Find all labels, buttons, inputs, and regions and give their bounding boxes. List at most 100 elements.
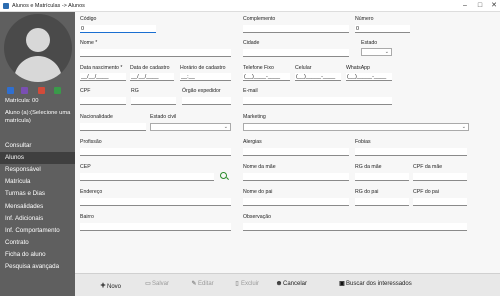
avatar-body (14, 56, 62, 82)
sidebar-item-pesquisa-avancada[interactable]: Pesquisa avançada (0, 261, 75, 273)
data-cadastro-field[interactable] (130, 73, 174, 81)
cpf-pai-field[interactable] (413, 198, 467, 206)
numero-field[interactable] (355, 25, 410, 33)
nacionalidade-label: Nacionalidade (80, 114, 113, 120)
cep-field[interactable] (80, 173, 214, 181)
sidebar-item-inf-adicionais[interactable]: Inf. Adicionais (0, 213, 75, 225)
whatsapp-field[interactable] (346, 73, 392, 81)
estado-civil-select[interactable]: ⌄ (150, 123, 231, 131)
sidebar-item-matricula[interactable]: Matrícula (0, 176, 75, 188)
cancel-icon: ⊗ (276, 281, 282, 287)
nome-label: Nome * (80, 40, 98, 46)
observacao-field[interactable] (243, 223, 467, 231)
alergias-field[interactable] (243, 148, 349, 156)
estado-select[interactable]: ⌄ (361, 48, 392, 56)
close-icon[interactable]: ✕ (490, 2, 498, 10)
observacao-label: Observação (243, 214, 271, 220)
whatsapp-label: WhatsApp (346, 65, 370, 71)
minimize-icon[interactable]: – (461, 2, 469, 10)
data-nascimento-label: Data nascimento * (80, 65, 123, 71)
delete-photo-icon[interactable] (38, 87, 45, 94)
contact-card-icon: ▣ (339, 281, 345, 287)
endereco-field[interactable] (80, 198, 231, 206)
salvar-button[interactable]: ▭Salvar (144, 280, 169, 287)
email-field[interactable] (243, 97, 392, 105)
trash-icon: ▯ (235, 281, 239, 287)
data-cadastro-label: Data de cadastro (130, 65, 170, 71)
rg-label: RG (131, 88, 139, 94)
fobias-field[interactable] (355, 148, 467, 156)
title-bar: Alunos e Matrículas -> Alunos – □ ✕ (0, 0, 500, 12)
orgao-expedidor-label: Órgão expedidor (182, 88, 221, 94)
estado-label: Estado (361, 40, 378, 46)
sidebar-item-turmas-e-dias[interactable]: Turmas e Dias (0, 188, 75, 200)
rg-mae-field[interactable] (355, 173, 409, 181)
rg-pai-label: RG do pai (355, 189, 379, 195)
chevron-down-icon: ⌄ (223, 124, 228, 130)
nome-pai-field[interactable] (243, 198, 349, 206)
pencil-icon: ✎ (191, 281, 197, 287)
upload-photo-icon[interactable] (21, 87, 28, 94)
cancelar-label: Cancelar (283, 281, 308, 287)
sidebar-item-responsavel[interactable]: Responsável (0, 164, 75, 176)
codigo-field[interactable] (80, 25, 156, 33)
profissao-field[interactable] (80, 148, 231, 156)
cpf-field[interactable] (80, 97, 126, 105)
nacionalidade-field[interactable] (80, 123, 146, 131)
bairro-label: Bairro (80, 214, 94, 220)
avatar-head (26, 28, 50, 52)
camera-icon[interactable] (7, 87, 14, 94)
nome-field[interactable] (80, 49, 231, 57)
celular-label: Celular (295, 65, 312, 71)
horario-cadastro-field[interactable] (180, 73, 231, 81)
plus-icon: + (100, 280, 106, 290)
rg-mae-label: RG da mãe (355, 164, 382, 170)
marketing-select[interactable]: ⌄ (243, 123, 469, 131)
nome-mae-field[interactable] (243, 173, 349, 181)
excluir-button[interactable]: ▯ Excluir (233, 280, 259, 287)
sidebar-item-ficha-do-aluno[interactable]: Ficha do aluno (0, 249, 75, 261)
nome-mae-label: Nome da mãe (243, 164, 276, 170)
rg-pai-field[interactable] (355, 198, 409, 206)
cpf-mae-field[interactable] (413, 173, 467, 181)
telefone-fixo-field[interactable] (243, 73, 290, 81)
window-title: Alunos e Matrículas -> Alunos (12, 3, 85, 9)
buscar-interessados-button[interactable]: ▣Buscar dos interessados (338, 280, 412, 287)
celular-field[interactable] (295, 73, 341, 81)
app-icon (3, 3, 9, 9)
profissao-label: Profissão (80, 139, 102, 145)
sidebar-item-mensalidades[interactable]: Mensalidades (0, 201, 75, 213)
save-photo-icon[interactable] (54, 87, 61, 94)
aluno-label: Aluno (a):(Selecione uma matrícula) (5, 110, 71, 124)
sidebar-item-inf-comportamento[interactable]: Inf. Comportamento (0, 225, 75, 237)
salvar-label: Salvar (152, 281, 170, 287)
cpf-pai-label: CPF do pai (413, 189, 439, 195)
search-cep-icon[interactable] (220, 172, 227, 179)
fobias-label: Fobias (355, 139, 371, 145)
sidebar-item-consultar[interactable]: Consultar (0, 140, 75, 152)
complemento-field[interactable] (243, 25, 349, 33)
sidebar-item-alunos[interactable]: Alunos (0, 152, 75, 164)
alergias-label: Alergias (243, 139, 262, 145)
marketing-label: Marketing (243, 114, 266, 120)
sidebar-item-contrato[interactable]: Contrato (0, 237, 75, 249)
email-label: E-mail (243, 88, 258, 94)
bairro-field[interactable] (80, 223, 231, 231)
rg-field[interactable] (131, 97, 176, 105)
cidade-field[interactable] (243, 49, 349, 57)
maximize-icon[interactable]: □ (476, 2, 484, 10)
novo-button[interactable]: +Novo (99, 280, 121, 290)
endereco-label: Endereço (80, 189, 103, 195)
cancelar-button[interactable]: ⊗Cancelar (275, 280, 307, 287)
matricula-label: Matrícula: 00 (5, 98, 39, 104)
complemento-label: Complemento (243, 16, 276, 22)
data-nascimento-field[interactable] (80, 73, 126, 81)
student-photo[interactable] (4, 14, 72, 82)
excluir-label: Excluir (241, 281, 260, 287)
orgao-expedidor-field[interactable] (182, 97, 231, 105)
editar-button[interactable]: ✎Editar (190, 280, 214, 287)
cpf-mae-label: CPF da mãe (413, 164, 443, 170)
numero-label: Número (355, 16, 374, 22)
buscar-label: Buscar dos interessados (346, 281, 412, 287)
editar-label: Editar (198, 281, 214, 287)
